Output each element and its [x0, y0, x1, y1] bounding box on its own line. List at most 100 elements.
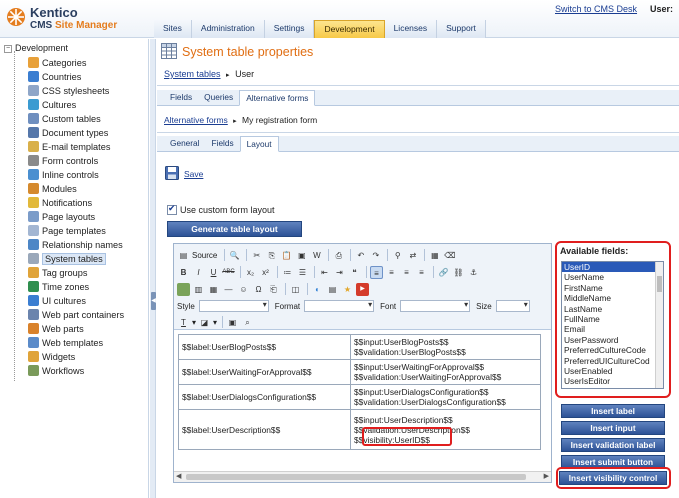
switch-to-cms-desk-link[interactable]: Switch to CMS Desk — [555, 4, 637, 14]
align-left-icon[interactable]: ≡ — [370, 265, 383, 279]
numbered-list-icon[interactable]: ≔ — [281, 266, 294, 279]
font-select[interactable] — [400, 300, 471, 312]
field-option[interactable]: UserIsEditor — [562, 376, 663, 386]
paste-text-icon[interactable]: ▣ — [295, 249, 308, 262]
preview-icon[interactable]: 🔍 — [228, 249, 241, 262]
tab-licenses[interactable]: Licenses — [384, 20, 438, 38]
table-insert-icon[interactable]: ▦ — [207, 283, 220, 296]
field-option[interactable]: UserEnabled — [562, 366, 663, 376]
align-center-icon[interactable]: ≡ — [385, 266, 398, 279]
tab-fields[interactable]: Fields — [206, 136, 240, 152]
sidebar-item-categories[interactable]: Categories — [28, 56, 86, 70]
sidebar-item-web-part-containers[interactable]: Web part containers — [28, 308, 124, 322]
superscript-icon[interactable]: x² — [259, 266, 272, 279]
tab-development[interactable]: Development — [314, 20, 385, 38]
page-break-icon[interactable]: ⎗ — [267, 283, 280, 296]
sidebar-item-notifications[interactable]: Notifications — [28, 196, 92, 210]
insert-validation-label-button[interactable]: Insert validation label — [561, 438, 665, 452]
field-option[interactable]: FullName — [562, 314, 663, 324]
tab-support[interactable]: Support — [437, 20, 486, 38]
label-cell[interactable]: $$label:UserDialogsConfiguration$$ — [178, 384, 351, 410]
tab-layout[interactable]: Layout — [239, 136, 279, 152]
justify-icon[interactable]: ≡ — [415, 266, 428, 279]
field-option[interactable]: PreferredUICultureCod — [562, 356, 663, 366]
tree-root-development[interactable]: − Development — [4, 43, 68, 53]
align-right-icon[interactable]: ≡ — [400, 266, 413, 279]
tab-settings[interactable]: Settings — [264, 20, 315, 38]
tab-fields[interactable]: Fields — [164, 90, 198, 106]
save-button[interactable]: Save — [184, 169, 203, 179]
bold-icon[interactable]: B — [177, 266, 190, 279]
subscript-icon[interactable]: x₂ — [244, 266, 257, 279]
scroll-left-icon[interactable]: ◀ — [176, 472, 181, 480]
background-color-icon[interactable]: ◪ — [198, 316, 211, 329]
field-option[interactable]: FirstName — [562, 283, 663, 293]
sidebar-item-custom-tables[interactable]: Custom tables — [28, 112, 101, 126]
anchor-icon[interactable]: ⚓ — [467, 266, 480, 279]
undo-icon[interactable]: ↶ — [354, 249, 367, 262]
sidebar-item-countries[interactable]: Countries — [28, 70, 81, 84]
print-icon[interactable]: ⎙ — [332, 249, 345, 262]
sidebar-item-document-types[interactable]: Document types — [28, 126, 108, 140]
background-color-dropdown[interactable]: ▾ — [213, 318, 217, 327]
field-option[interactable]: UserPassword — [562, 335, 663, 345]
flash-icon[interactable]: ▥ — [192, 283, 205, 296]
show-blocks-icon[interactable]: ⌕ — [241, 316, 254, 329]
smiley-icon[interactable]: ☺ — [237, 283, 250, 296]
replace-icon[interactable]: ⇄ — [406, 249, 419, 262]
star-icon[interactable]: ★ — [341, 283, 354, 296]
sidebar-item-page-templates[interactable]: Page templates — [28, 224, 106, 238]
sidebar-item-web-parts[interactable]: Web parts — [28, 322, 84, 336]
paste-icon[interactable]: 📋 — [280, 249, 293, 262]
scroll-right-icon[interactable]: ▶ — [544, 472, 549, 480]
find-icon[interactable]: ⚲ — [391, 249, 404, 262]
use-custom-layout-checkbox[interactable] — [167, 203, 177, 215]
content-cell[interactable]: $$input:UserBlogPosts$$ $$validation:Use… — [350, 334, 541, 360]
breadcrumb-alternative-forms[interactable]: Alternative forms — [164, 115, 228, 125]
label-cell[interactable]: $$label:UserWaitingForApproval$$ — [178, 359, 351, 385]
format-select[interactable] — [304, 300, 375, 312]
media-icon[interactable]: ◐ — [311, 283, 324, 296]
indent-icon[interactable]: ⇥ — [333, 266, 346, 279]
sidebar-item-inline-controls[interactable]: Inline controls — [28, 168, 99, 182]
list-scrollbar[interactable] — [655, 262, 663, 388]
source-icon[interactable]: ▤ — [177, 249, 190, 262]
save-icon[interactable] — [165, 166, 179, 180]
field-option[interactable]: MiddleName — [562, 293, 663, 303]
outdent-icon[interactable]: ⇤ — [318, 266, 331, 279]
source-button[interactable]: Source — [192, 251, 217, 260]
scrollbar-thumb[interactable] — [186, 474, 526, 480]
sidebar-item-web-templates[interactable]: Web templates — [28, 336, 103, 350]
layout-table[interactable]: $$label:UserBlogPosts$$ $$input:UserBlog… — [178, 334, 541, 450]
text-color-dropdown[interactable]: ▾ — [192, 318, 196, 327]
underline-icon[interactable]: U — [207, 266, 220, 279]
available-fields-list[interactable]: UserID UserName FirstName MiddleName LastNam… — [561, 261, 664, 389]
label-cell[interactable]: $$label:UserBlogPosts$$ — [178, 334, 351, 360]
sidebar-item-widgets[interactable]: Widgets — [28, 350, 75, 364]
insert-visibility-control-button[interactable]: Insert visibility control — [559, 471, 667, 485]
sidebar-item-page-layouts[interactable]: Page layouts — [28, 210, 95, 224]
size-select[interactable] — [495, 300, 530, 312]
content-cell[interactable]: $$input:UserDialogsConfiguration$$ $$val… — [350, 384, 541, 410]
layout-editor[interactable]: ▤ Source 🔍 ✂ ⎘ 📋 ▣ W ⎙ ↶ ↷ ⚲ ⇄ ▦ ⌫ B I U… — [173, 243, 552, 483]
field-option[interactable]: Email — [562, 324, 663, 334]
youtube-icon[interactable]: ▶ — [356, 282, 369, 296]
maximize-icon[interactable]: ▣ — [226, 316, 239, 329]
link-icon[interactable]: 🔗 — [437, 266, 450, 279]
redo-icon[interactable]: ↷ — [369, 249, 382, 262]
image-icon[interactable] — [177, 282, 190, 296]
horizontal-rule-icon[interactable]: ― — [222, 283, 235, 296]
insert-widget-icon[interactable]: ◫ — [289, 283, 302, 296]
quick-insert-icon[interactable]: ▤ — [326, 283, 339, 296]
field-option[interactable]: LastName — [562, 304, 663, 314]
tab-administration[interactable]: Administration — [191, 20, 265, 38]
label-cell[interactable]: $$label:UserDescription$$ — [178, 409, 351, 450]
generate-table-layout-button[interactable]: Generate table layout — [167, 221, 302, 237]
sidebar-item-css-stylesheets[interactable]: CSS stylesheets — [28, 84, 109, 98]
horizontal-scrollbar[interactable]: ◀ ▶ — [174, 471, 551, 482]
insert-input-button[interactable]: Insert input — [561, 421, 665, 435]
sidebar-item-relationship-names[interactable]: Relationship names — [28, 238, 123, 252]
sidebar-item-system-tables[interactable]: System tables — [28, 252, 106, 266]
field-option[interactable]: UserID — [562, 262, 663, 273]
sidebar-item-ui-cultures[interactable]: UI cultures — [28, 294, 86, 308]
